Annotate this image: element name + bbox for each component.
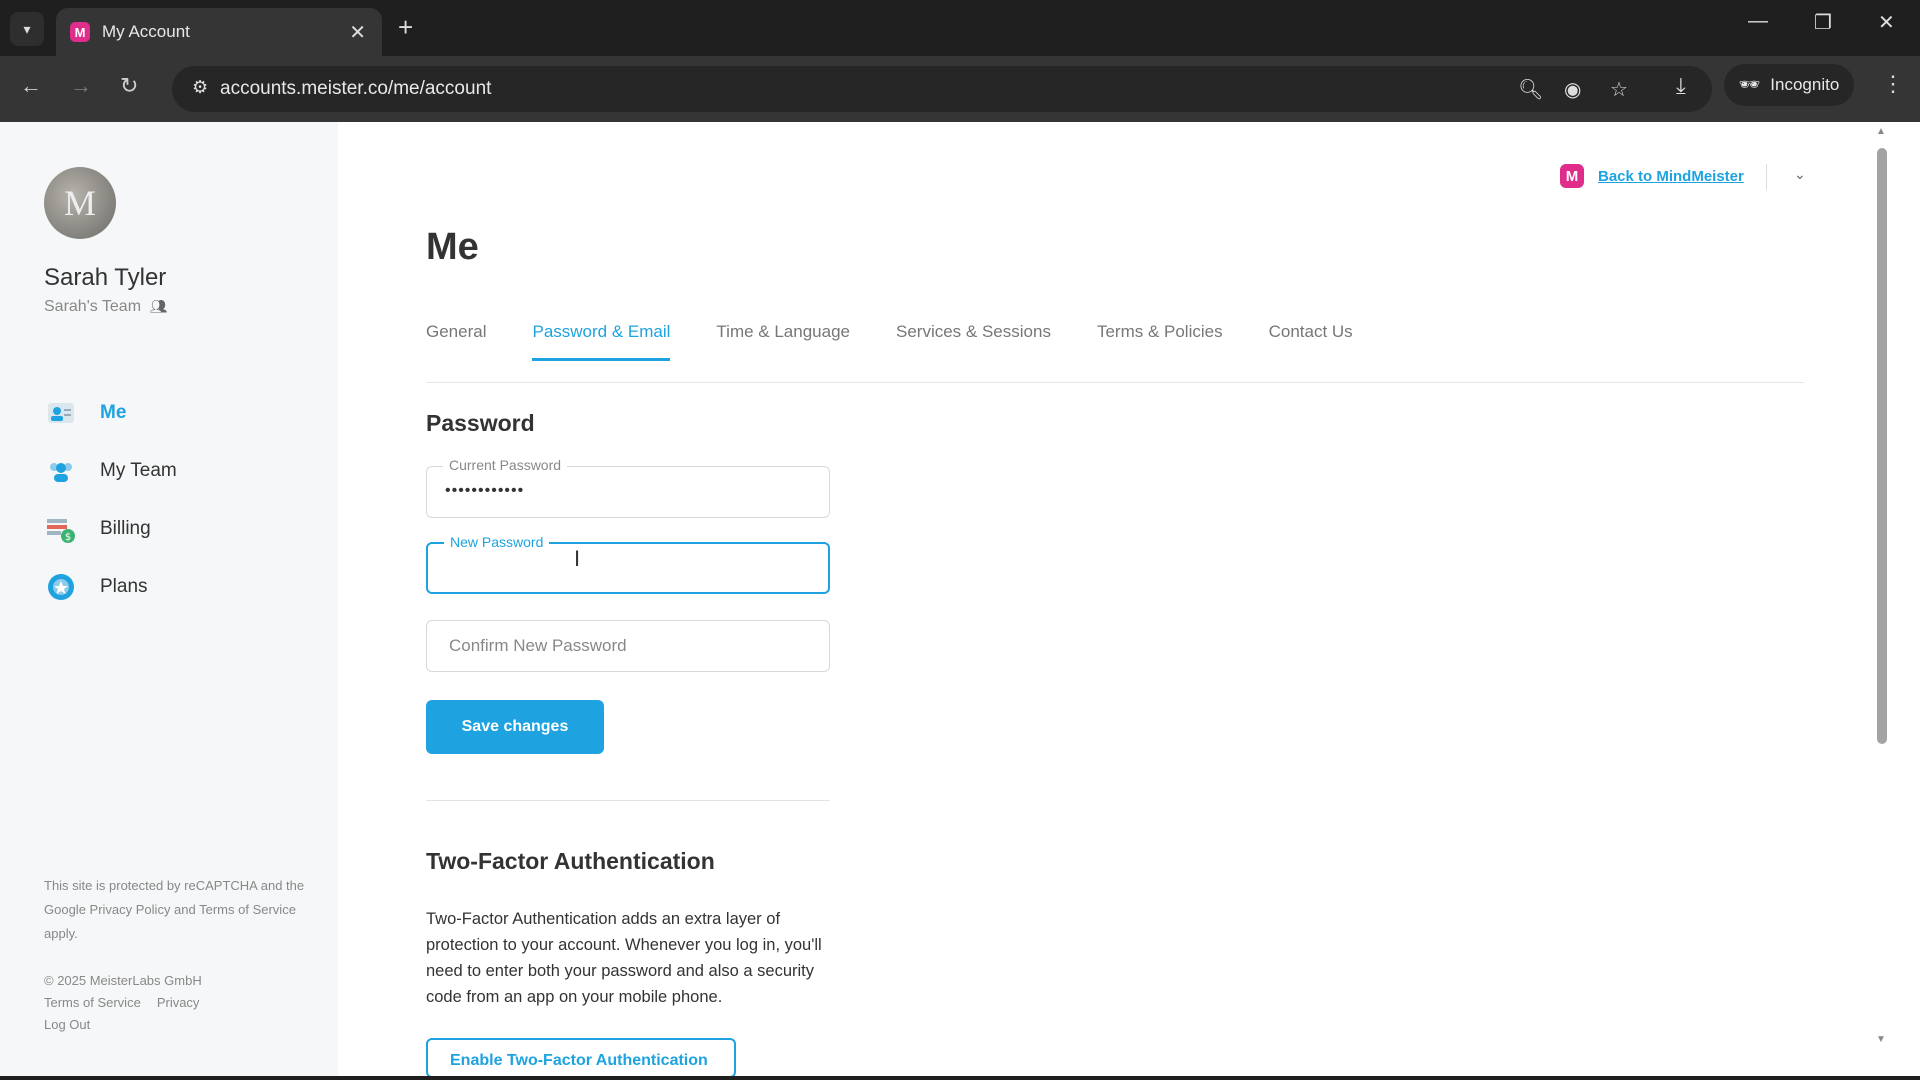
recaptcha-notice: This site is protected by reCAPTCHA and … (44, 878, 305, 941)
incognito-label: Incognito (1770, 75, 1840, 94)
back-arrow-icon[interactable]: ← (20, 73, 42, 99)
two-factor-section-title: Two-Factor Authentication (426, 848, 715, 874)
text-cursor-icon: I (574, 546, 581, 571)
sidebar-item-label: Me (100, 402, 127, 423)
bookmark-star-icon[interactable]: ☆ (1610, 77, 1628, 102)
tracking-protection-eye-icon[interactable]: ◉ (1564, 77, 1581, 102)
team-icon (44, 454, 78, 488)
incognito-badge[interactable]: 🕶︎ Incognito (1724, 64, 1854, 106)
window-bottom-edge (0, 1076, 1920, 1080)
confirm-password-field[interactable]: Confirm New Password (426, 620, 830, 672)
billing-icon: $ (44, 512, 78, 546)
incognito-icon: 🕶︎ (1738, 75, 1761, 94)
sidebar: M Sarah Tyler Sarah's Team 👥︎ Me My Team (0, 122, 338, 1080)
tab-contact-us[interactable]: Contact Us (1269, 322, 1353, 361)
logout-link[interactable]: Log Out (44, 1014, 215, 1036)
sidebar-item-label: Billing (100, 518, 151, 539)
back-link-label[interactable]: Back to MindMeister (1598, 168, 1744, 185)
settings-tabs: General Password & Email Time & Language… (426, 322, 1804, 383)
header-divider (1766, 164, 1767, 190)
address-bar[interactable]: ⚙ accounts.meister.co/me/account 🔍︎ ◉ ☆ (172, 66, 1712, 112)
browser-menu-icon[interactable]: ⋮ (1882, 71, 1904, 97)
sidebar-item-my-team[interactable]: My Team (44, 442, 177, 500)
close-window-icon[interactable]: ✕ (1878, 10, 1895, 35)
download-icon[interactable]: ⤓ (1676, 73, 1686, 99)
copyright-text: © 2025 MeisterLabs GmbH (44, 973, 202, 988)
team-name-text: Sarah's Team (44, 298, 142, 315)
back-to-mindmeister-link[interactable]: M Back to MindMeister (1560, 164, 1744, 188)
current-password-label: Current Password (443, 457, 568, 473)
tab-services-sessions[interactable]: Services & Sessions (896, 322, 1051, 361)
url-text[interactable]: accounts.meister.co/me/account (220, 78, 491, 100)
svg-text:$: $ (65, 532, 71, 543)
footer-links: Terms of Service Privacy (44, 992, 215, 1014)
password-section-title: Password (426, 410, 535, 436)
user-card-icon (44, 396, 78, 430)
section-divider (426, 800, 830, 801)
mindmeister-logo-icon: M (1560, 164, 1584, 188)
tab-general[interactable]: General (426, 322, 486, 361)
main-content: M Back to MindMeister ⌄ Me General Passw… (338, 122, 1894, 1080)
sidebar-item-plans[interactable]: Plans (44, 558, 177, 616)
chevron-down-icon[interactable]: ⌄ (1794, 166, 1806, 183)
page-title: Me (426, 226, 479, 268)
tab-search-chevron-icon[interactable]: ▾ (10, 12, 44, 46)
new-password-field[interactable]: New Password I (426, 534, 830, 594)
sidebar-nav: Me My Team $ Billing Plans (44, 384, 177, 616)
scrollbar[interactable]: ▲ ▼ (1868, 122, 1894, 1080)
browser-tab-bar: ▾ M My Account ✕ + — ❐ ✕ (0, 0, 1920, 56)
current-password-field[interactable]: Current Password •••••••••••• (426, 457, 830, 518)
save-changes-button[interactable]: Save changes (426, 700, 604, 754)
sidebar-item-label: Plans (100, 576, 148, 597)
browser-tab[interactable]: M My Account ✕ (56, 8, 382, 56)
tab-title: My Account (102, 22, 190, 41)
zoom-icon[interactable]: 🔍︎ (1518, 77, 1543, 102)
enable-two-factor-button[interactable]: Enable Two-Factor Authentication (426, 1038, 736, 1078)
forward-arrow-icon[interactable]: → (70, 73, 92, 99)
new-password-label: New Password (444, 534, 550, 550)
tab-time-language[interactable]: Time & Language (716, 322, 850, 361)
minimize-icon[interactable]: — (1748, 10, 1768, 33)
user-name: Sarah Tyler (44, 264, 167, 291)
scroll-thumb[interactable] (1877, 148, 1887, 744)
avatar[interactable]: M (44, 167, 116, 239)
team-people-icon: 👥︎ (149, 298, 168, 314)
confirm-password-placeholder: Confirm New Password (449, 636, 627, 655)
terms-of-service-link[interactable]: Terms of Service (44, 995, 141, 1010)
meister-favicon-icon: M (70, 22, 90, 42)
page: M Sarah Tyler Sarah's Team 👥︎ Me My Team (0, 122, 1920, 1080)
privacy-link[interactable]: Privacy (157, 995, 200, 1010)
tab-password-email[interactable]: Password & Email (532, 322, 671, 361)
plans-badge-icon (44, 570, 78, 604)
close-tab-icon[interactable]: ✕ (349, 20, 366, 45)
scroll-down-arrow-icon[interactable]: ▼ (1876, 1034, 1886, 1045)
new-tab-plus-icon[interactable]: + (398, 12, 413, 43)
sidebar-item-billing[interactable]: $ Billing (44, 500, 177, 558)
restore-window-icon[interactable]: ❐ (1814, 10, 1832, 35)
site-info-icon[interactable]: ⚙ (192, 77, 208, 98)
current-password-value[interactable]: •••••••••••• (445, 482, 524, 500)
reload-icon[interactable]: ↻ (120, 73, 138, 99)
team-name: Sarah's Team 👥︎ (44, 298, 167, 316)
sidebar-item-label: My Team (100, 460, 177, 481)
sidebar-item-me[interactable]: Me (44, 384, 177, 442)
browser-toolbar: ← → ↻ ⚙ accounts.meister.co/me/account 🔍… (0, 56, 1920, 122)
sidebar-footer: © 2025 MeisterLabs GmbH Terms of Service… (44, 970, 215, 1036)
two-factor-description: Two-Factor Authentication adds an extra … (426, 910, 822, 1006)
scroll-up-arrow-icon[interactable]: ▲ (1876, 126, 1886, 137)
tab-terms-policies[interactable]: Terms & Policies (1097, 322, 1223, 361)
